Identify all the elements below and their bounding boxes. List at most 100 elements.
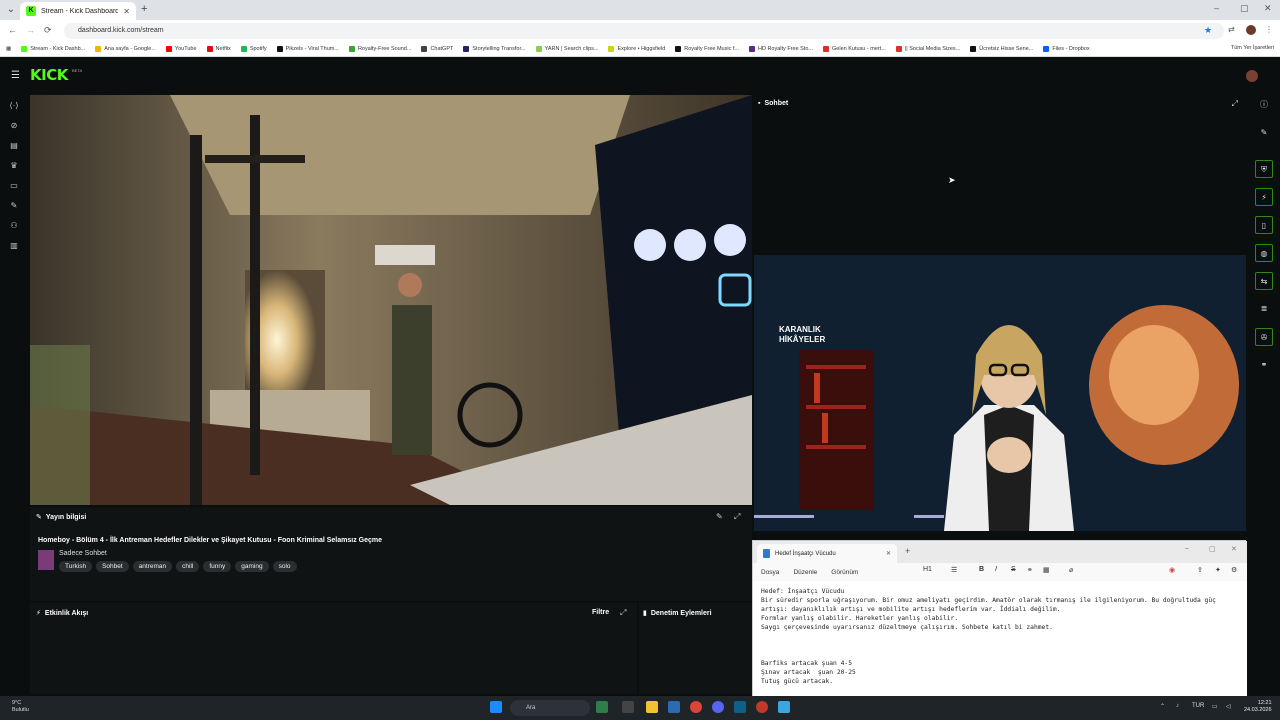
user-avatar[interactable] [1246, 70, 1258, 82]
library-icon[interactable]: ▭ [8, 180, 20, 192]
profile-avatar[interactable] [1246, 25, 1256, 35]
info-icon[interactable]: ⓘ [1255, 96, 1273, 114]
new-tab-icon[interactable]: + [141, 3, 147, 15]
close-icon[interactable]: ✕ [1231, 545, 1237, 553]
italic-icon[interactable]: I [995, 566, 997, 573]
notepad-menu-item[interactable]: Dosya [761, 569, 779, 576]
heading-select[interactable]: H1 [923, 566, 932, 573]
layout-icon[interactable]: ▤ [8, 140, 20, 152]
link-icon[interactable]: ⊘ [8, 120, 20, 132]
popout-icon[interactable]: ⤢ [1232, 99, 1238, 109]
filter-button[interactable]: Filtre [592, 609, 609, 616]
bookmark-item[interactable]: Gelen Kutusu - mert... [823, 46, 886, 52]
stack-icon[interactable]: ≣ [1255, 300, 1273, 318]
file-explorer-icon[interactable] [646, 701, 658, 713]
notepad-menu-item[interactable]: Düzenle [793, 569, 817, 576]
trophy-icon[interactable]: ♛ [8, 160, 20, 172]
bookmark-item[interactable]: Explore • Higgsfield [608, 46, 665, 52]
tag-chip[interactable]: gaming [235, 561, 269, 572]
bookmark-item[interactable]: Spotify [240, 46, 267, 52]
wrench-icon[interactable]: ✇ [1255, 328, 1273, 346]
minimize-window-icon[interactable]: – [1214, 3, 1219, 13]
edit-icon[interactable]: ✎ [1255, 124, 1273, 142]
category-thumbnail[interactable] [38, 550, 54, 570]
task-view-icon[interactable] [622, 701, 634, 713]
notepad-text-area[interactable]: Hedef: İnşaatçı Vücudu Bir süredir sporl… [753, 581, 1247, 697]
maximize-window-icon[interactable]: ▢ [1240, 3, 1249, 14]
tag-chip[interactable]: antreman [132, 561, 173, 572]
table-icon[interactable]: ▦ [1043, 566, 1050, 574]
bold-icon[interactable]: B [979, 566, 984, 573]
minimize-icon[interactable]: – [1185, 545, 1189, 552]
strikethrough-icon[interactable]: S [1011, 566, 1016, 573]
ai-icon[interactable]: ✦ [1215, 566, 1221, 574]
tag-chip[interactable]: solo [272, 561, 297, 572]
category-name[interactable]: Sadece Sohbet [59, 550, 107, 557]
tag-chip[interactable]: Turkish [59, 561, 93, 572]
close-tab-icon[interactable]: ✕ [886, 550, 891, 557]
document-icon[interactable]: ▯ [1255, 216, 1273, 234]
system-clock[interactable]: 12:21 24.03.2026 [1244, 700, 1272, 714]
list-icon[interactable]: ☰ [951, 566, 957, 574]
bookmark-item[interactable]: Netflix [206, 46, 231, 52]
bookmark-item[interactable]: ChatGPT [421, 46, 453, 52]
taskbar-search[interactable]: Ara [510, 700, 590, 716]
app-icon[interactable] [712, 701, 724, 713]
weather-widget[interactable]: 9°C Bulutlu [12, 700, 29, 714]
notepad-tab[interactable]: Hedef İnşaatçı Vücudu ✕ [757, 544, 897, 563]
maximize-icon[interactable]: ▢ [1209, 545, 1216, 553]
tag-chip[interactable]: chill [176, 561, 200, 572]
popout-icon[interactable]: ⤢ [734, 512, 740, 522]
clear-format-icon[interactable]: ⌀ [1069, 566, 1073, 574]
close-window-icon[interactable]: ✕ [1264, 3, 1272, 14]
recorder-icon[interactable] [756, 701, 768, 713]
bookmark-star-icon[interactable]: ★ [1204, 25, 1212, 36]
back-icon[interactable]: ← [8, 25, 17, 35]
volume-icon[interactable]: ◁ [1226, 703, 1231, 710]
hamburger-menu-icon[interactable]: ☰ [11, 70, 20, 81]
bookmark-item[interactable]: Royalty Free Music f... [675, 46, 739, 52]
bookmark-item[interactable]: Royalty-Free Sound... [348, 46, 411, 52]
microphone-icon[interactable]: ♪ [1176, 703, 1179, 709]
raid-icon[interactable]: ⇆ [1255, 272, 1273, 290]
copilot-icon[interactable]: ◉ [1169, 566, 1175, 574]
terminal-icon[interactable] [734, 701, 746, 713]
bookmark-item[interactable]: YouTube [165, 46, 197, 52]
address-bar[interactable]: dashboard.kick.com/stream [64, 23, 1224, 39]
share-icon[interactable]: ⚭ [1255, 356, 1273, 374]
edit-info-icon[interactable]: ✎ [716, 512, 723, 521]
tab-search-icon[interactable]: ⌄ [4, 3, 18, 17]
embedded-video[interactable]: KARANLIK HİKÂYELER [754, 255, 1246, 531]
bookmark-item[interactable]: Files - Dropbox [1043, 46, 1090, 52]
flash-icon[interactable]: ⚡ [1255, 188, 1273, 206]
extension-icon[interactable]: ⇄ [1228, 25, 1235, 34]
popout-icon[interactable]: ⤢ [620, 608, 626, 618]
stream-icon[interactable]: ⟨·⟩ [8, 100, 20, 112]
tag-chip[interactable]: funny [203, 561, 232, 572]
chrome-icon[interactable] [690, 701, 702, 713]
bookmark-item[interactable]: Storytelling Transfor... [463, 46, 526, 52]
forward-icon[interactable]: → [26, 25, 35, 35]
widgets-icon[interactable] [596, 701, 608, 713]
stream-preview[interactable] [30, 95, 752, 505]
all-bookmarks-button[interactable]: Tüm Yer İşaretleri [1231, 45, 1274, 51]
network-icon[interactable]: ▭ [1212, 703, 1218, 710]
tag-chip[interactable]: Sohbet [96, 561, 129, 572]
bookmark-item[interactable]: Ücretsiz Hisse Sene... [970, 46, 1033, 52]
notepad-menu-item[interactable]: Görünüm [831, 569, 858, 576]
tab-close-icon[interactable]: ✕ [123, 7, 130, 16]
new-tab-icon[interactable]: + [905, 546, 910, 556]
language-indicator[interactable]: TUR [1192, 703, 1204, 709]
tools-icon[interactable]: ✎ [8, 200, 20, 212]
browser-tab-active[interactable]: K Stream - Kick Dashboard ✕ [20, 2, 136, 20]
bookmark-item[interactable]: YARN | Search clips... [535, 46, 598, 52]
tray-chevron-icon[interactable]: ⌃ [1160, 703, 1165, 710]
settings-icon[interactable]: ⚙ [1231, 566, 1237, 574]
link-icon[interactable]: ⚭ [1027, 566, 1033, 574]
apps-grid-icon[interactable]: ▦ [6, 46, 11, 52]
notepad-taskbar-icon[interactable] [778, 701, 790, 713]
bookmark-item[interactable]: HD Royalty Free Sto... [748, 46, 813, 52]
kick-logo[interactable]: KICK [30, 66, 68, 84]
bookmark-item[interactable]: || Social Media Sizes... [895, 46, 960, 52]
bookmark-item[interactable]: Pikzels - Viral Thum... [276, 46, 339, 52]
